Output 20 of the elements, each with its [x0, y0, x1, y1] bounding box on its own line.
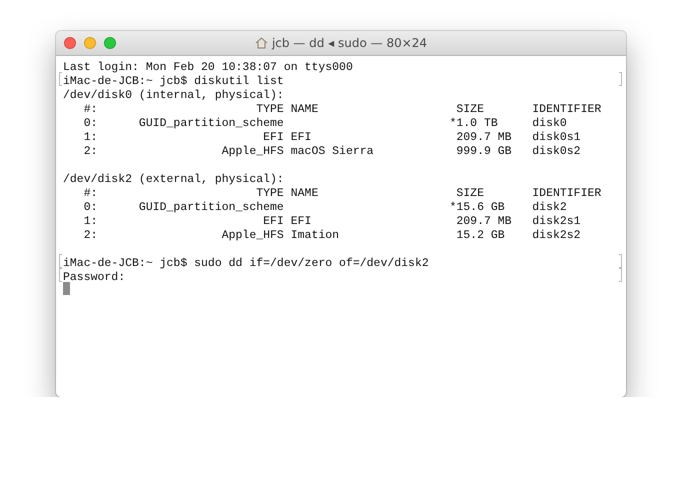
- minimize-button[interactable]: [84, 37, 96, 49]
- terminal-line: iMac-de-JCB:~ jcb$ sudo dd if=/dev/zero of=/dev/disk2: [63, 257, 429, 271]
- terminal-line: #: TYPE NAME SIZE IDENTIFIER: [82, 187, 602, 201]
- terminal-line: /dev/disk0 (internal, physical):: [63, 89, 284, 103]
- terminal-line: 2: Apple_HFS Imation 15.2 GB disk2s2: [82, 229, 581, 243]
- terminal-line: 0: GUID_partition_scheme *1.0 TB disk0: [82, 117, 567, 131]
- terminal-line: 1: EFI EFI 209.7 MB disk0s1: [82, 131, 581, 145]
- terminal-line: iMac-de-JCB:~ jcb$ diskutil list: [63, 75, 284, 89]
- terminal-line: #: TYPE NAME SIZE IDENTIFIER: [82, 103, 602, 117]
- terminal-line: 2: Apple_HFS macOS Sierra 999.9 GB disk0s2: [82, 145, 581, 159]
- mark-bracket-icon: [619, 72, 622, 86]
- terminal-line: /dev/disk2 (external, physical):: [63, 173, 284, 187]
- terminal-line: Last login: Mon Feb 20 10:38:07 on ttys000: [63, 61, 353, 75]
- window-title: jcb — dd ◂ sudo — 80×24: [272, 36, 428, 50]
- close-button[interactable]: [64, 37, 76, 49]
- terminal-line: 0: GUID_partition_scheme *15.6 GB disk2: [82, 201, 567, 215]
- terminal-line: 1: EFI EFI 209.7 MB disk2s1: [82, 215, 581, 229]
- zoom-button[interactable]: [104, 37, 116, 49]
- terminal-line: Password:: [63, 271, 126, 285]
- home-icon: [254, 37, 268, 49]
